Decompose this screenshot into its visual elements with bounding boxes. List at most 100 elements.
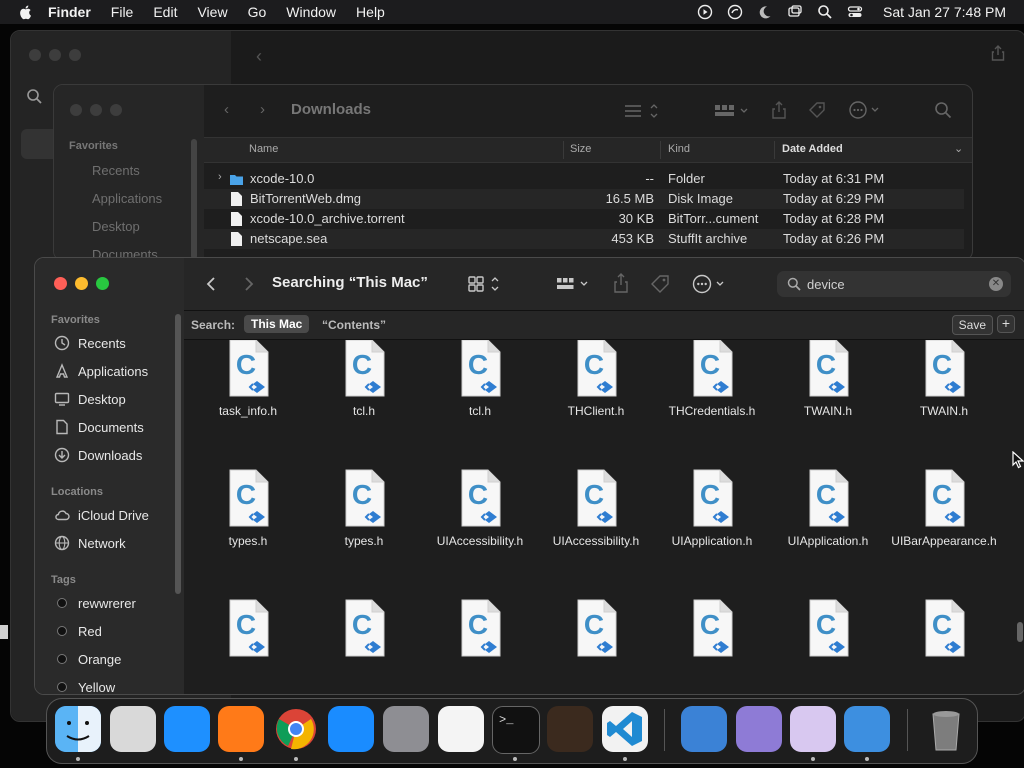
menu-app-finder[interactable]: Finder	[48, 4, 91, 20]
sidebar-item-icloud-drive[interactable]: iCloud Drive	[46, 503, 172, 527]
result-file-item[interactable]: C THCredentials.h	[654, 340, 770, 418]
minimize-button[interactable]	[75, 277, 88, 290]
column-header-kind[interactable]: Kind	[668, 143, 690, 155]
forward-chevron-icon[interactable]	[244, 276, 254, 292]
sidebar-item-desktop[interactable]: Desktop	[92, 219, 140, 234]
result-file-item[interactable]: C	[190, 598, 306, 664]
group-by-icon[interactable]	[714, 103, 750, 119]
sidebar-scrollbar[interactable]	[175, 314, 181, 594]
sidebar-item-applications[interactable]: Applications	[92, 191, 162, 206]
scope-contents-button[interactable]: “Contents”	[322, 318, 386, 332]
search-input-value[interactable]: device	[807, 277, 845, 292]
launchpad-icon[interactable]	[110, 706, 156, 752]
sidebar-item-documents[interactable]: Documents	[46, 415, 172, 439]
minimize-dot[interactable]	[90, 104, 102, 116]
save-search-button[interactable]: Save	[951, 315, 993, 335]
sidebar-tag-rewwrerer[interactable]: rewwrerer	[46, 591, 172, 615]
back-chevron-icon[interactable]: ‹	[256, 46, 262, 67]
result-file-item[interactable]: C UIAccessibility.h	[538, 468, 654, 548]
list-view-icon[interactable]	[624, 103, 660, 119]
terminal-icon[interactable]: >_	[492, 706, 540, 754]
trash-icon[interactable]	[923, 706, 969, 752]
bittorrent-status-icon[interactable]	[727, 4, 743, 20]
back-chevron-icon[interactable]: ‹	[224, 101, 229, 118]
share-icon[interactable]	[612, 273, 630, 293]
play-circle-icon[interactable]	[697, 4, 713, 20]
sidebar-scrollbar[interactable]	[191, 139, 197, 259]
result-file-item[interactable]: C	[306, 598, 422, 664]
sidebar-item-applications[interactable]: Applications	[46, 359, 172, 383]
scope-this-mac-button[interactable]: This Mac	[244, 315, 310, 333]
tag-icon[interactable]	[808, 101, 826, 119]
result-file-item[interactable]: C	[538, 598, 654, 664]
menu-help[interactable]: Help	[356, 4, 385, 20]
result-file-item[interactable]: Ctypes.h	[190, 468, 306, 548]
system-settings-icon[interactable]	[383, 706, 429, 752]
screen-mirroring-icon[interactable]	[787, 4, 803, 20]
minimize-dot[interactable]	[49, 49, 61, 61]
zoom-dot[interactable]	[69, 49, 81, 61]
sidebar-item-network[interactable]: Network	[46, 531, 172, 555]
result-file-item[interactable]: C	[654, 598, 770, 664]
disk-utility-icon[interactable]	[736, 706, 782, 752]
app-store-icon[interactable]	[328, 706, 374, 752]
results-scrollbar[interactable]	[1017, 622, 1023, 642]
table-row[interactable]: netscape.sea 453 KB StuffIt archive Toda…	[204, 229, 964, 249]
icon-view-icon[interactable]	[468, 275, 504, 293]
sidebar-item-recents[interactable]: Recents	[92, 163, 140, 178]
textedit-icon[interactable]	[438, 706, 484, 752]
forward-chevron-icon[interactable]: ›	[260, 101, 265, 118]
bittorrent-icon[interactable]	[790, 706, 836, 752]
table-row[interactable]: xcode-10.0_archive.torrent 30 KB BitTorr…	[204, 209, 964, 229]
tag-icon[interactable]	[650, 274, 670, 294]
finder-icon[interactable]	[55, 706, 101, 752]
search-icon[interactable]	[934, 101, 952, 119]
menu-go[interactable]: Go	[248, 4, 267, 20]
table-row[interactable]: › xcode-10.0 -- Folder Today at 6:31 PM	[204, 169, 964, 189]
menu-view[interactable]: View	[197, 4, 227, 20]
zoom-dot[interactable]	[110, 104, 122, 116]
back-chevron-icon[interactable]	[206, 276, 216, 292]
sort-chevron-down-icon[interactable]: ⌄	[954, 142, 963, 155]
add-criteria-button[interactable]: +	[997, 315, 1015, 333]
sidebar-item-recents[interactable]: Recents	[46, 331, 172, 355]
firefox-icon[interactable]	[218, 706, 264, 752]
result-file-item[interactable]: Ctcl.h	[306, 340, 422, 418]
more-actions-icon[interactable]	[849, 101, 885, 119]
disclosure-triangle-icon[interactable]: ›	[218, 171, 222, 183]
sidebar-tag-yellow[interactable]: Yellow	[46, 675, 172, 694]
result-file-item[interactable]: C THClient.h	[538, 340, 654, 418]
result-file-item[interactable]: C	[770, 598, 886, 664]
sidebar-item-downloads[interactable]: Downloads	[46, 443, 172, 467]
result-file-item[interactable]: C TWAIN.h	[886, 340, 1002, 418]
column-header-date-added[interactable]: Date Added	[782, 143, 843, 155]
more-actions-icon[interactable]	[692, 274, 728, 294]
menu-window[interactable]: Window	[286, 4, 336, 20]
close-dot[interactable]	[29, 49, 41, 61]
result-file-item[interactable]: C UIBarAppearance.h	[886, 468, 1002, 548]
menu-clock[interactable]: Sat Jan 27 7:48 PM	[883, 4, 1006, 20]
xcode-folder-icon[interactable]	[844, 706, 890, 752]
sidebar-item-desktop[interactable]: Desktop	[46, 387, 172, 411]
share-icon[interactable]	[991, 45, 1005, 61]
search-icon[interactable]	[23, 85, 47, 109]
result-file-item[interactable]: C UIApplication.h	[770, 468, 886, 548]
search-field[interactable]: device ✕	[777, 271, 1011, 297]
result-file-item[interactable]: C	[886, 598, 1002, 664]
group-by-icon[interactable]	[556, 275, 592, 293]
weather-icon[interactable]	[681, 706, 727, 752]
control-center-icon[interactable]	[847, 4, 863, 20]
menu-file[interactable]: File	[111, 4, 134, 20]
result-file-item[interactable]: C	[422, 598, 538, 664]
share-icon[interactable]	[770, 101, 788, 119]
result-file-item[interactable]: Ctypes.h	[306, 468, 422, 548]
close-dot[interactable]	[70, 104, 82, 116]
column-header-name[interactable]: Name	[249, 143, 278, 155]
apple-menu-icon[interactable]	[18, 4, 34, 20]
clear-search-icon[interactable]: ✕	[989, 277, 1003, 291]
sidebar-tag-orange[interactable]: Orange	[46, 647, 172, 671]
result-file-item[interactable]: C TWAIN.h	[770, 340, 886, 418]
menu-edit[interactable]: Edit	[153, 4, 177, 20]
table-row[interactable]: BitTorrentWeb.dmg 16.5 MB Disk Image Tod…	[204, 189, 964, 209]
vscode-icon[interactable]	[602, 706, 648, 752]
